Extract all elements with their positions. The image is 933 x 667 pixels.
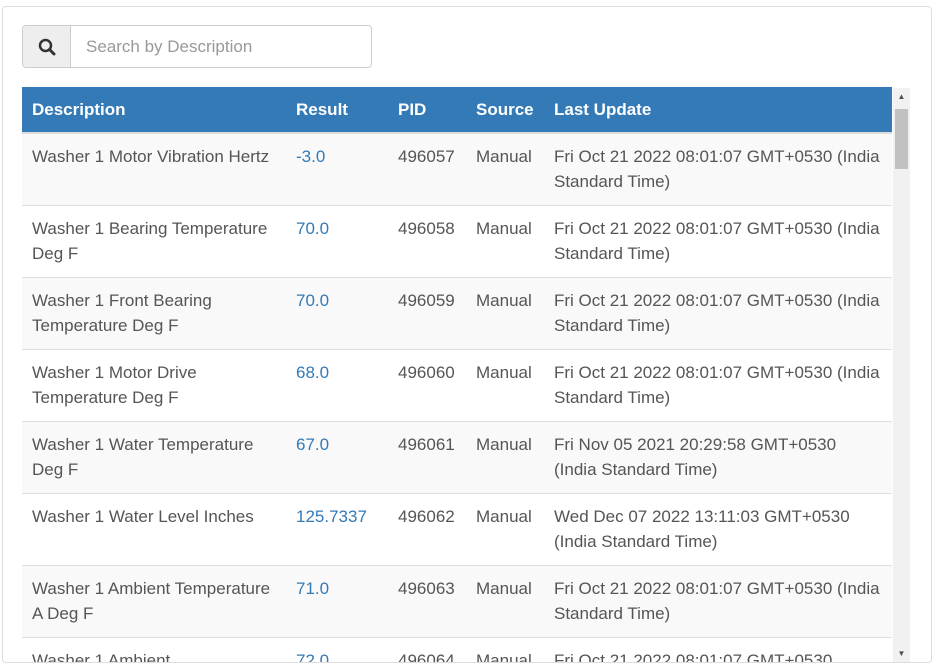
cell-last-update: Fri Nov 05 2021 20:29:58 GMT+0530 (India… (544, 421, 892, 494)
cell-source: Manual (466, 421, 544, 494)
cell-result: 67.0 (286, 421, 388, 494)
cell-source: Manual (466, 637, 544, 662)
cell-source: Manual (466, 565, 544, 638)
table-row[interactable]: Washer 1 Motor Vibration Hertz -3.0 496057… (22, 132, 892, 206)
cell-last-update: Fri Oct 21 2022 08:01:07 GMT+0530 (544, 637, 892, 662)
cell-result: 72.0 (286, 637, 388, 662)
cell-description: Washer 1 Front Bearing Temperature Deg F (22, 277, 286, 350)
cell-description: Washer 1 Ambient (22, 637, 286, 662)
search-icon[interactable] (23, 26, 71, 67)
cell-pid: 496062 (388, 493, 466, 566)
cell-description: Washer 1 Ambient Temperature A Deg F (22, 565, 286, 638)
column-header-source[interactable]: Source (466, 87, 544, 134)
cell-source: Manual (466, 205, 544, 278)
results-table: Description Result PID Source Last Updat… (22, 87, 892, 662)
results-table-container: Description Result PID Source Last Updat… (22, 87, 892, 662)
cell-description: Washer 1 Water Level Inches (22, 493, 286, 566)
scroll-up-arrow-icon[interactable]: ▲ (893, 88, 910, 105)
table-header-row: Description Result PID Source Last Updat… (22, 87, 892, 134)
cell-description: Washer 1 Bearing Temperature Deg F (22, 205, 286, 278)
table-row[interactable]: Washer 1 Water Level Inches 125.7337 49606… (22, 493, 892, 566)
cell-last-update: Fri Oct 21 2022 08:01:07 GMT+0530 (India… (544, 277, 892, 350)
cell-source: Manual (466, 349, 544, 422)
cell-result: 68.0 (286, 349, 388, 422)
scroll-down-arrow-icon[interactable]: ▼ (893, 645, 910, 662)
cell-pid: 496059 (388, 277, 466, 350)
vertical-scrollbar[interactable]: ▲ ▼ (893, 88, 910, 662)
cell-pid: 496057 (388, 132, 466, 206)
column-header-pid[interactable]: PID (388, 87, 466, 134)
scrollbar-thumb[interactable] (895, 109, 908, 169)
cell-pid: 496064 (388, 637, 466, 662)
cell-result: -3.0 (286, 132, 388, 206)
cell-last-update: Fri Oct 21 2022 08:01:07 GMT+0530 (India… (544, 349, 892, 422)
table-row[interactable]: Washer 1 Ambient 72.0 496064 Manual Fri Oct … (22, 637, 892, 662)
cell-last-update: Fri Oct 21 2022 08:01:07 GMT+0530 (India… (544, 205, 892, 278)
cell-pid: 496058 (388, 205, 466, 278)
column-header-result[interactable]: Result (286, 87, 388, 134)
table-row[interactable]: Washer 1 Ambient Temperature A Deg F 71.0… (22, 565, 892, 638)
cell-source: Manual (466, 132, 544, 206)
cell-result: 71.0 (286, 565, 388, 638)
cell-result: 70.0 (286, 277, 388, 350)
cell-result: 70.0 (286, 205, 388, 278)
cell-result: 125.7337 (286, 493, 388, 566)
table-row[interactable]: Washer 1 Water Temperature Deg F 67.0 4960… (22, 421, 892, 494)
cell-pid: 496063 (388, 565, 466, 638)
cell-last-update: Fri Oct 21 2022 08:01:07 GMT+0530 (India… (544, 565, 892, 638)
data-panel: Description Result PID Source Last Updat… (2, 6, 932, 663)
table-row[interactable]: Washer 1 Front Bearing Temperature Deg F… (22, 277, 892, 350)
cell-pid: 496060 (388, 349, 466, 422)
cell-pid: 496061 (388, 421, 466, 494)
search-group (22, 25, 372, 68)
search-input[interactable] (71, 26, 371, 67)
table-row[interactable]: Washer 1 Bearing Temperature Deg F 70.0 49… (22, 205, 892, 278)
cell-source: Manual (466, 277, 544, 350)
cell-description: Washer 1 Motor Drive Temperature Deg F (22, 349, 286, 422)
cell-last-update: Fri Oct 21 2022 08:01:07 GMT+0530 (India… (544, 132, 892, 206)
table-row[interactable]: Washer 1 Motor Drive Temperature Deg F 68… (22, 349, 892, 422)
column-header-last-update[interactable]: Last Update (544, 87, 892, 134)
cell-description: Washer 1 Motor Vibration Hertz (22, 132, 286, 206)
cell-source: Manual (466, 493, 544, 566)
column-header-description[interactable]: Description (22, 87, 286, 134)
cell-last-update: Wed Dec 07 2022 13:11:03 GMT+0530 (India… (544, 493, 892, 566)
cell-description: Washer 1 Water Temperature Deg F (22, 421, 286, 494)
